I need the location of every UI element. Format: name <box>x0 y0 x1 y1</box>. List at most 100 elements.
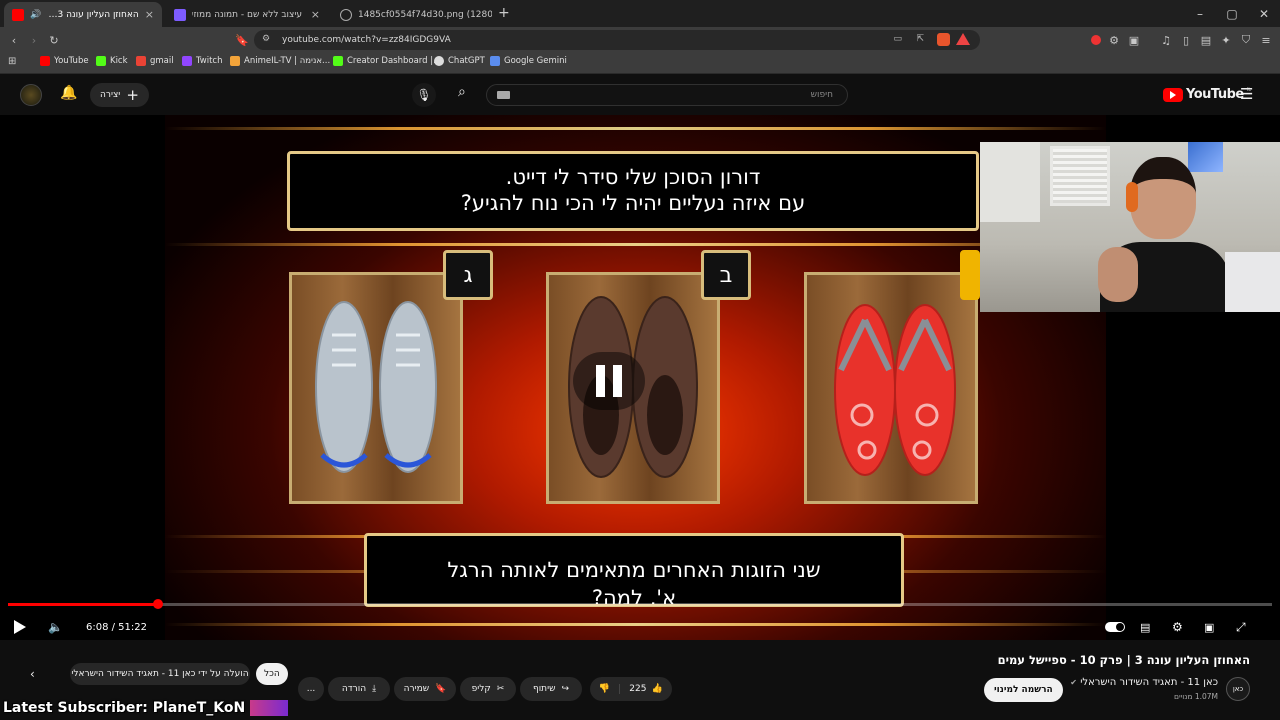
youtube-logo[interactable]: YouTube IL <box>1163 87 1251 102</box>
create-button[interactable]: יצירה + <box>90 83 149 107</box>
autoplay-toggle[interactable] <box>1105 618 1125 636</box>
tab-canva[interactable]: עיצוב ללא שם - תמונה ממוזערת ב-YouTube × <box>166 2 328 27</box>
channel-avatar-text: כאן <box>1232 685 1244 693</box>
site-info-icon[interactable]: ⚙ <box>262 34 270 44</box>
fullscreen-icon[interactable]: ⤢ <box>1236 618 1246 636</box>
question-line-1: דורון הסוכן שלי סידר לי דייט. <box>505 165 761 189</box>
search-input[interactable]: חיפוש <box>486 84 848 106</box>
play-icon[interactable] <box>14 618 26 636</box>
speaker-icon[interactable]: 🔊 <box>30 10 41 20</box>
shoe-card-flipflops <box>804 272 978 504</box>
tab-youtube-video[interactable]: 🔊 האחוזן העליון עונה 3 | פרק 10 × <box>4 2 162 27</box>
brave-shield-icon[interactable] <box>937 33 950 46</box>
hamburger-menu-icon[interactable]: ☰ <box>1240 85 1253 103</box>
pause-overlay-icon[interactable] <box>573 352 645 410</box>
video-player[interactable]: דורון הסוכן שלי סידר לי דייט. עם איזה נע… <box>0 115 1280 640</box>
progress-scrubber[interactable] <box>153 599 163 609</box>
settings-icon[interactable]: ⚙ <box>1172 618 1183 636</box>
tab-image[interactable]: 1485cf0554f74d30.png (1280×720) <box>332 2 492 27</box>
subscribe-button[interactable]: הרשמה למינוי <box>984 678 1063 702</box>
light-streak <box>165 127 1106 130</box>
menu-icon[interactable]: ≡ <box>1258 32 1274 48</box>
logo-text: YouTube <box>1186 87 1244 102</box>
volume-icon[interactable]: 🔈 <box>48 618 63 636</box>
install-icon[interactable]: ▭ <box>893 34 902 44</box>
avatar[interactable] <box>20 84 42 106</box>
miniplayer-icon[interactable]: ▣ <box>1204 618 1214 636</box>
download-icon: ⤓ <box>372 684 377 694</box>
keyboard-icon[interactable] <box>497 91 510 99</box>
clip-button[interactable]: קליפ ✂ <box>460 677 516 701</box>
forward-icon[interactable]: › <box>26 32 42 48</box>
channel-avatar[interactable]: כאן <box>1226 677 1250 701</box>
bookmark-animeil[interactable]: AnimeIL-TV | אנימה... <box>230 56 330 66</box>
scissors-icon: ✂ <box>496 684 505 694</box>
apps-icon[interactable]: ⊞ <box>8 56 16 67</box>
share-page-icon[interactable]: ⇱ <box>916 34 924 44</box>
bookmark-gmail[interactable]: gmail <box>136 56 174 66</box>
bookmark-youtube[interactable]: YouTube <box>40 56 89 66</box>
screenshot-icon[interactable]: ▣ <box>1126 32 1142 48</box>
reload-icon[interactable]: ↻ <box>46 32 62 48</box>
bookmark-chatgpt[interactable]: ChatGPT <box>434 56 485 66</box>
new-tab-button[interactable]: + <box>498 5 510 21</box>
save-button[interactable]: שמירה 🔖 <box>394 677 456 701</box>
like-button[interactable]: 225 👍 <box>620 684 672 694</box>
clip-label: קליפ <box>471 684 491 694</box>
wallet-icon[interactable]: ▤ <box>1198 32 1214 48</box>
vpn-icon[interactable]: ⛉ <box>1238 32 1254 48</box>
twitch-icon <box>182 56 192 66</box>
question-line-2: עם איזה נעליים יהיה לי הכי נוח להגיע? <box>460 191 806 215</box>
bookmark-label: YouTube <box>54 56 89 66</box>
video-frame[interactable]: דורון הסוכן שלי סידר לי דייט. עם איזה נע… <box>165 115 1106 640</box>
answer-box: שני הזוגות האחרים מתאימים לאותה הרגל א',… <box>364 533 904 607</box>
download-button[interactable]: הורדה ⤓ <box>328 677 390 701</box>
search-placeholder: חיפוש <box>810 90 833 100</box>
progress-played <box>8 603 158 606</box>
bookmark-twitch[interactable]: Twitch <box>182 56 223 66</box>
plus-icon: + <box>126 86 139 104</box>
media-icon[interactable]: ♫ <box>1158 32 1174 48</box>
extensions-icon[interactable]: ⚙ <box>1106 32 1122 48</box>
leo-icon[interactable]: ✦ <box>1218 32 1234 48</box>
bookmark-label: Twitch <box>196 56 223 66</box>
maximize-icon[interactable]: ▢ <box>1216 0 1248 27</box>
chatgpt-icon <box>434 56 444 66</box>
search-icon[interactable]: ⌕ <box>458 84 466 100</box>
minimize-icon[interactable]: – <box>1184 0 1216 27</box>
notifications-bell-icon[interactable]: 🔔 <box>60 85 77 101</box>
sneakers-image <box>315 301 437 473</box>
bookmark-gemini[interactable]: Google Gemini <box>490 56 567 66</box>
url-text: youtube.com/watch?v=zz84IGDG9VA <box>282 35 451 45</box>
close-tab-icon[interactable]: × <box>311 8 320 21</box>
mic-button[interactable]: 🎙 <box>412 83 436 107</box>
youtube-favicon-icon <box>12 8 24 21</box>
dislike-button[interactable]: 👎 <box>590 684 620 694</box>
channel-name[interactable]: כאן 11 - תאגיד השידור הישראלי ✔ <box>1070 677 1218 688</box>
bookmark-label: Kick <box>110 56 128 66</box>
share-button[interactable]: שיתוף ↪ <box>520 677 582 701</box>
close-window-icon[interactable]: ✕ <box>1248 0 1280 27</box>
window-controls: – ▢ ✕ <box>1184 0 1280 27</box>
bookmark-label: ChatGPT <box>448 56 485 66</box>
more-actions-button[interactable]: ... <box>298 677 324 701</box>
progress-track[interactable] <box>8 603 1272 606</box>
channel-name-text: כאן 11 - תאגיד השידור הישראלי <box>1080 677 1218 688</box>
sidebar-icon[interactable]: ▯ <box>1178 32 1194 48</box>
close-tab-icon[interactable]: × <box>145 8 154 21</box>
bookmark-kick[interactable]: Kick <box>96 56 128 66</box>
chips-prev-icon[interactable]: ‹ <box>30 667 35 681</box>
record-icon[interactable] <box>1088 32 1104 48</box>
bookmark-icon[interactable]: 🔖 <box>234 32 250 48</box>
back-icon[interactable]: ‹ <box>6 32 22 48</box>
time-display: 6:08 / 51:22 <box>86 621 148 633</box>
chip-all[interactable]: הכל <box>256 663 288 685</box>
brave-rewards-icon[interactable] <box>956 33 970 45</box>
subtitles-icon[interactable]: ▤ <box>1140 618 1150 636</box>
chip-uploader[interactable]: הועלה על ידי כאן 11 - תאגיד השידור הישרא… <box>70 663 250 685</box>
address-bar[interactable]: ⚙ youtube.com/watch?v=zz84IGDG9VA ▭ ⇱ <box>254 30 980 50</box>
tab-strip: 🔊 האחוזן העליון עונה 3 | פרק 10 × עיצוב … <box>0 0 1280 27</box>
youtube-play-icon <box>1163 87 1183 102</box>
verified-icon: ✔ <box>1070 678 1077 687</box>
bookmark-creator[interactable]: Creator Dashboard |... <box>333 56 441 66</box>
